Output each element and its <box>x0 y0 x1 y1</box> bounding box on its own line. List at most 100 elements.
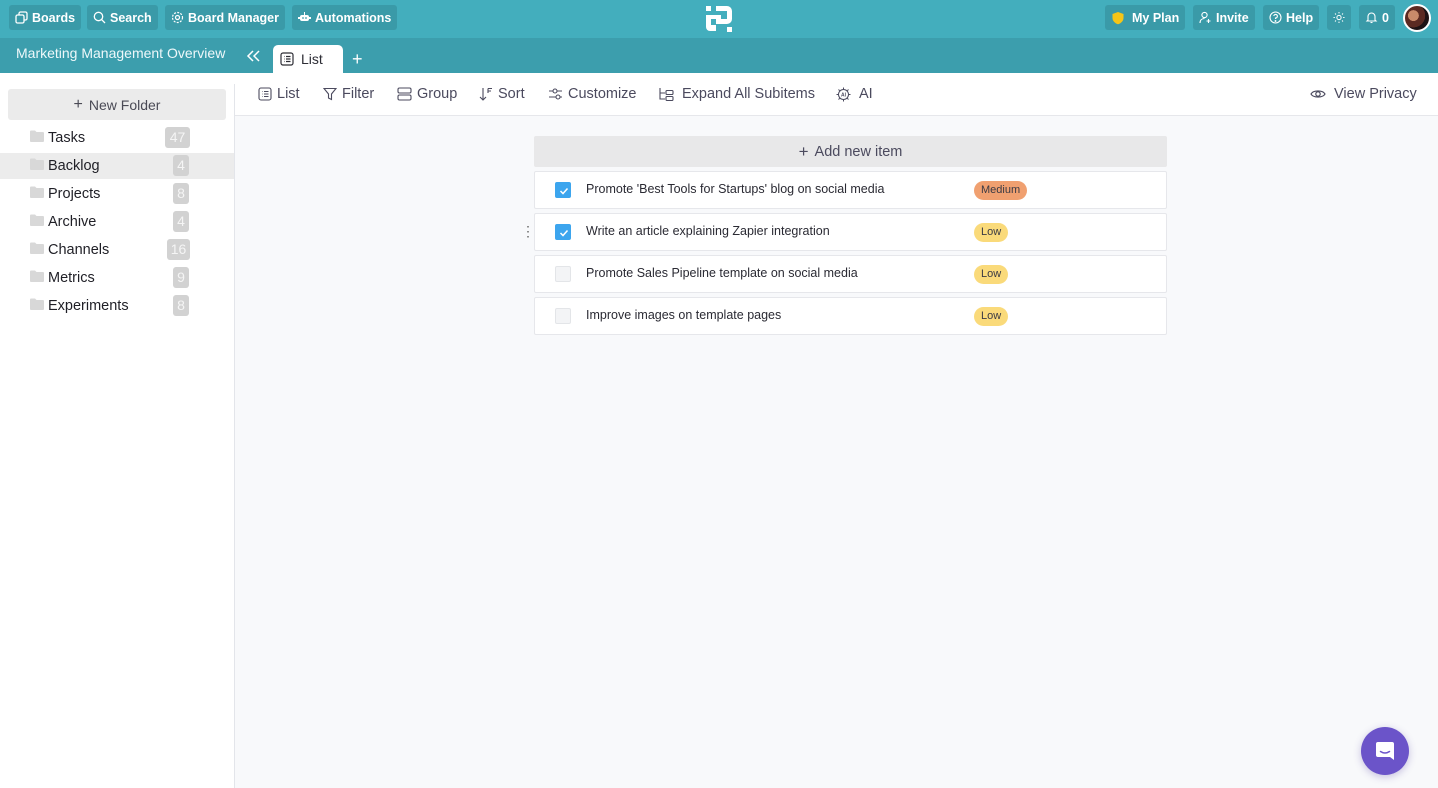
expand-all-subitems-label: Expand All Subitems <box>682 86 815 102</box>
chat-icon <box>1376 742 1394 760</box>
new-folder-button[interactable]: + New Folder <box>8 89 226 120</box>
sidebar-item-count: 47 <box>165 127 190 148</box>
search-button[interactable]: Search <box>87 5 158 30</box>
plus-icon: + <box>73 95 83 113</box>
automations-button[interactable]: Automations <box>292 5 398 30</box>
list-item[interactable]: Write an article explaining Zapier integ… <box>534 213 1167 251</box>
svg-text:AI: AI <box>841 92 847 98</box>
folder-icon <box>30 130 44 142</box>
item-checkbox[interactable] <box>555 308 571 324</box>
user-avatar[interactable] <box>1403 4 1431 32</box>
group-button[interactable]: Group <box>397 85 457 103</box>
app-logo[interactable] <box>704 5 734 33</box>
sort-button[interactable]: Sort <box>479 85 525 103</box>
item-checkbox[interactable] <box>555 266 571 282</box>
sort-label: Sort <box>498 86 525 102</box>
ai-button[interactable]: AI AI <box>836 85 873 103</box>
collapse-sidebar-button[interactable] <box>245 46 263 66</box>
tab-list[interactable]: List <box>273 45 343 73</box>
sidebar-item-metrics[interactable]: Metrics 9 <box>0 265 234 291</box>
priority-badge[interactable]: Low <box>974 265 1009 284</box>
sidebar-item-count: 4 <box>173 155 189 176</box>
sidebar: + New Folder Tasks 47 Backlog 4 Projects… <box>0 84 235 788</box>
item-title[interactable]: Improve images on template pages <box>586 308 781 322</box>
sidebar-top-fill <box>0 73 235 84</box>
customize-button[interactable]: Customize <box>548 85 637 103</box>
help-label: Help <box>1286 10 1314 25</box>
sidebar-item-channels[interactable]: Channels 16 <box>0 237 234 263</box>
folder-icon <box>30 270 44 282</box>
sidebar-item-count: 4 <box>173 211 189 232</box>
item-title[interactable]: Promote 'Best Tools for Startups' blog o… <box>586 182 884 196</box>
folder-icon <box>30 158 44 170</box>
view-toolbar: List Filter Group Sort Customize Expand … <box>235 73 1438 116</box>
expand-subitems-icon <box>659 88 674 101</box>
sidebar-item-backlog[interactable]: Backlog 4 <box>0 153 234 179</box>
shield-icon <box>1112 11 1124 24</box>
toolbar-list-button[interactable]: List <box>258 85 300 103</box>
invite-button[interactable]: Invite <box>1193 5 1255 30</box>
ai-label: AI <box>859 86 873 102</box>
search-icon <box>93 11 106 24</box>
checkmark-icon <box>559 229 569 237</box>
add-tab-button[interactable]: + <box>352 50 366 68</box>
sidebar-item-tasks[interactable]: Tasks 47 <box>0 125 234 151</box>
notifications-button[interactable]: 0 <box>1359 5 1395 30</box>
sidebar-item-projects[interactable]: Projects 8 <box>0 181 234 207</box>
help-button[interactable]: Help <box>1263 5 1320 30</box>
folder-icon <box>30 214 44 226</box>
boards-label: Boards <box>32 10 76 25</box>
drag-handle-icon[interactable]: ⋮ <box>521 223 535 239</box>
invite-label: Invite <box>1216 10 1249 25</box>
help-icon <box>1269 11 1282 24</box>
add-new-item-label: Add new item <box>814 143 903 160</box>
automations-label: Automations <box>315 10 392 25</box>
expand-all-subitems-button[interactable]: Expand All Subitems <box>658 85 815 103</box>
sort-icon <box>479 87 492 101</box>
sidebar-item-experiments[interactable]: Experiments 8 <box>0 293 234 319</box>
sidebar-item-archive[interactable]: Archive 4 <box>0 209 234 235</box>
sidebar-item-count: 8 <box>173 183 189 204</box>
folder-icon <box>30 298 44 310</box>
item-checkbox[interactable] <box>555 182 571 198</box>
sidebar-item-label: Backlog <box>48 158 100 174</box>
search-label: Search <box>110 10 152 25</box>
chat-support-button[interactable] <box>1361 727 1409 775</box>
my-plan-label: My Plan <box>1132 10 1180 25</box>
sidebar-item-label: Projects <box>48 186 101 202</box>
item-title[interactable]: Write an article explaining Zapier integ… <box>586 224 830 238</box>
item-checkbox[interactable] <box>555 224 571 240</box>
sidebar-item-label: Tasks <box>48 130 86 146</box>
sidebar-item-label: Channels <box>48 242 110 258</box>
sun-icon <box>1333 11 1345 24</box>
add-new-item-button[interactable]: + Add new item <box>534 136 1167 167</box>
list-item[interactable]: Improve images on template pages Low <box>534 297 1167 335</box>
sidebar-item-count: 16 <box>167 239 190 260</box>
customize-label: Customize <box>568 86 637 102</box>
notification-count: 0 <box>1382 10 1389 25</box>
group-icon <box>397 87 412 101</box>
robot-icon <box>298 12 311 21</box>
filter-button[interactable]: Filter <box>323 85 374 103</box>
my-plan-button[interactable]: My Plan <box>1105 5 1186 30</box>
priority-badge[interactable]: Medium <box>974 181 1028 200</box>
boards-button[interactable]: Boards <box>9 5 82 30</box>
sidebar-item-count: 9 <box>173 267 189 288</box>
board-title[interactable]: Marketing Management Overview <box>16 43 226 64</box>
plus-icon: + <box>798 141 809 161</box>
group-label: Group <box>417 86 458 102</box>
board-manager-button[interactable]: Board Manager <box>165 5 285 30</box>
add-user-icon <box>1199 11 1211 24</box>
list-item[interactable]: Promote 'Best Tools for Startups' blog o… <box>534 171 1167 209</box>
priority-badge[interactable]: Low <box>974 307 1009 326</box>
toolbar-list-label: List <box>277 86 300 102</box>
folder-icon <box>30 186 44 198</box>
view-privacy-button[interactable]: View Privacy <box>1310 85 1417 103</box>
ai-chip-icon: AI <box>836 87 851 101</box>
item-title[interactable]: Promote Sales Pipeline template on socia… <box>586 266 858 280</box>
priority-badge[interactable]: Low <box>974 223 1009 242</box>
list-item[interactable]: Promote Sales Pipeline template on socia… <box>534 255 1167 293</box>
gear-icon <box>171 11 184 24</box>
theme-toggle-button[interactable] <box>1327 5 1351 30</box>
customize-icon <box>549 88 562 100</box>
